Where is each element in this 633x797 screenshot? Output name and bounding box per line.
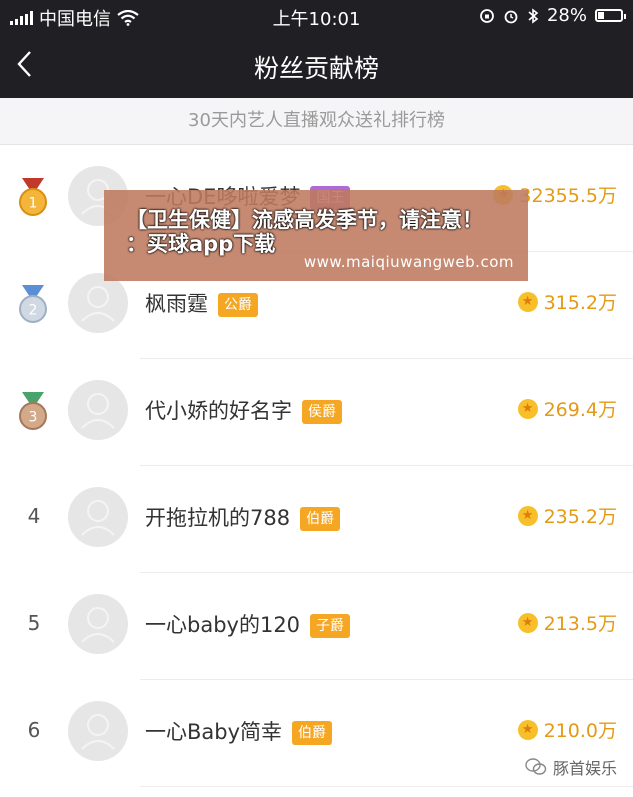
username-text: 一心baby的120 (145, 613, 301, 637)
table-row[interactable]: 5 一心baby的120 子爵 213.5万 (0, 573, 633, 680)
watermark-label: 豚首娱乐 (552, 759, 617, 778)
overlay-url[interactable]: www.maiqiuwangweb.com (304, 253, 514, 271)
avatar[interactable] (68, 594, 128, 654)
score-value: 315.2万 (543, 292, 617, 314)
username: 一心Baby简幸 伯爵 (145, 716, 333, 746)
username-text: 开拖拉机的788 (145, 506, 291, 530)
user-silhouette-icon (81, 286, 115, 322)
coin-icon (517, 291, 538, 312)
rank-number: 6 (27, 718, 41, 742)
gift-score: 210.0万 (517, 716, 617, 743)
user-silhouette-icon (81, 500, 115, 536)
username: 开拖拉机的788 伯爵 (145, 502, 341, 532)
bronze-medal-icon: 3 (19, 392, 47, 430)
table-row[interactable]: 3 代小娇的好名字侯爵 269.4万 (0, 359, 633, 466)
avatar[interactable] (68, 380, 128, 440)
spam-overlay-banner[interactable]: 【卫生保健】流感高发季节，请注意！ ：买球app下载 www.maiqiuwan… (104, 190, 528, 281)
status-bar: 中国电信 上午10:01 28% (0, 0, 633, 32)
coin-icon (517, 505, 538, 526)
battery-icon (595, 9, 626, 22)
rank-title-badge: 伯爵 (292, 721, 333, 745)
rank-number: 4 (27, 504, 41, 528)
rank-number: 2 (29, 303, 38, 319)
user-silhouette-icon (81, 714, 115, 750)
overlay-line-2: ：买球app下载 (126, 232, 276, 256)
username-text: 一心Baby简幸 (145, 720, 283, 744)
coin-icon (517, 719, 538, 740)
rank-title-badge: 子爵 (310, 614, 351, 638)
bluetooth-icon (528, 7, 539, 24)
username: 枫雨霆 公爵 (145, 288, 258, 318)
username-text: 枫雨霆 (145, 292, 208, 316)
silver-medal-icon: 2 (19, 285, 47, 323)
rank-number: 3 (29, 410, 38, 426)
score-value: 213.5万 (543, 613, 617, 635)
wechat-icon (525, 758, 547, 775)
battery-percent: 28% (546, 5, 587, 26)
username-text: 代小娇的好名字 (145, 399, 292, 423)
rank-title-badge: 伯爵 (300, 507, 341, 531)
score-value: 32355.5万 (519, 185, 617, 207)
rotation-lock-icon (480, 8, 494, 23)
watermark: 豚首娱乐 (525, 755, 617, 779)
score-value: 269.4万 (543, 399, 617, 421)
rank-title-badge: 公爵 (218, 293, 258, 317)
rank-number: 1 (29, 196, 38, 212)
coin-icon (517, 398, 538, 419)
gold-medal-icon: 1 (19, 178, 47, 216)
avatar[interactable] (68, 701, 128, 761)
avatar[interactable] (68, 487, 128, 547)
row-divider (140, 786, 633, 787)
gift-score: 235.2万 (517, 502, 617, 529)
nav-bar: 粉丝贡献榜 (0, 32, 633, 98)
page-title: 粉丝贡献榜 (253, 54, 379, 83)
avatar[interactable] (68, 273, 128, 333)
user-silhouette-icon (81, 607, 115, 643)
table-row[interactable]: 4 开拖拉机的788 伯爵 235.2万 (0, 466, 633, 573)
rank-title-badge: 侯爵 (302, 400, 342, 424)
user-silhouette-icon (81, 393, 115, 429)
ranking-subtitle: 30天内艺人直播观众送礼排行榜 (0, 98, 633, 145)
coin-icon (517, 612, 538, 633)
score-value: 210.0万 (543, 720, 617, 742)
rank-number: 5 (27, 611, 41, 635)
score-value: 235.2万 (543, 506, 617, 528)
username: 代小娇的好名字 侯爵 (145, 395, 342, 425)
alarm-icon (504, 10, 518, 23)
gift-score: 213.5万 (517, 609, 617, 636)
gift-score: 315.2万 (517, 288, 617, 315)
gift-score: 269.4万 (517, 395, 617, 422)
username: 一心baby的120 子爵 (145, 609, 351, 639)
